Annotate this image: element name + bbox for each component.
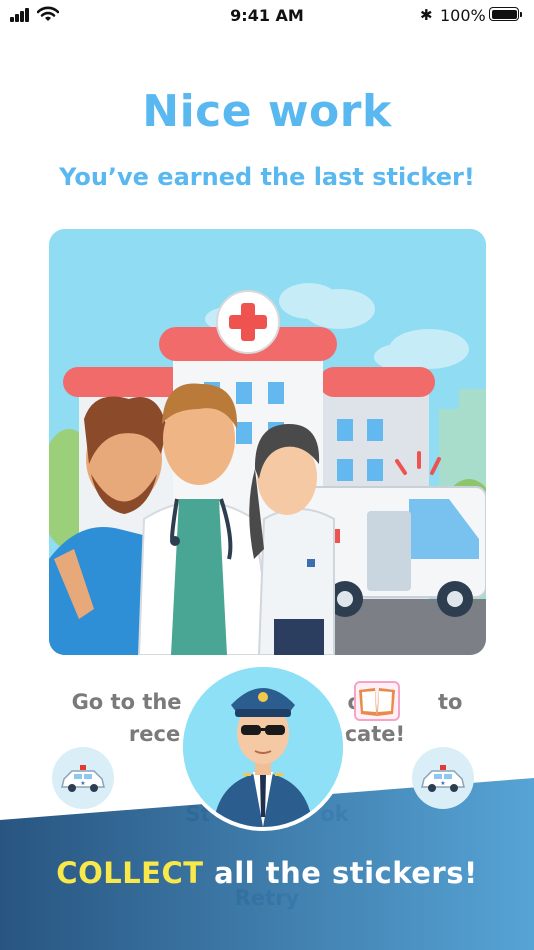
police-car-badge-right: ★	[412, 747, 474, 809]
police-car-icon: ★	[61, 765, 105, 792]
page-subtitle: You’ve earned the last sticker!	[59, 163, 475, 191]
status-bar: 9:41 AM ✱ 100%	[0, 0, 534, 32]
sticker-card	[49, 229, 486, 655]
svg-text:★: ★	[440, 780, 445, 787]
police-car-badge-left: ★	[52, 747, 114, 809]
battery-percent: 100%	[440, 6, 486, 25]
sticker-book-icon	[354, 681, 400, 721]
battery-icon	[489, 7, 522, 21]
page-title: Nice work	[142, 86, 392, 137]
svg-text:★: ★	[80, 780, 85, 787]
police-officer-avatar	[183, 667, 343, 827]
police-car-icon: ★	[421, 765, 465, 792]
hospital-workers-sticker	[49, 229, 486, 655]
promo-banner-text: COLLECT all the stickers!	[56, 856, 478, 890]
bluetooth-icon: ✱	[420, 6, 433, 24]
